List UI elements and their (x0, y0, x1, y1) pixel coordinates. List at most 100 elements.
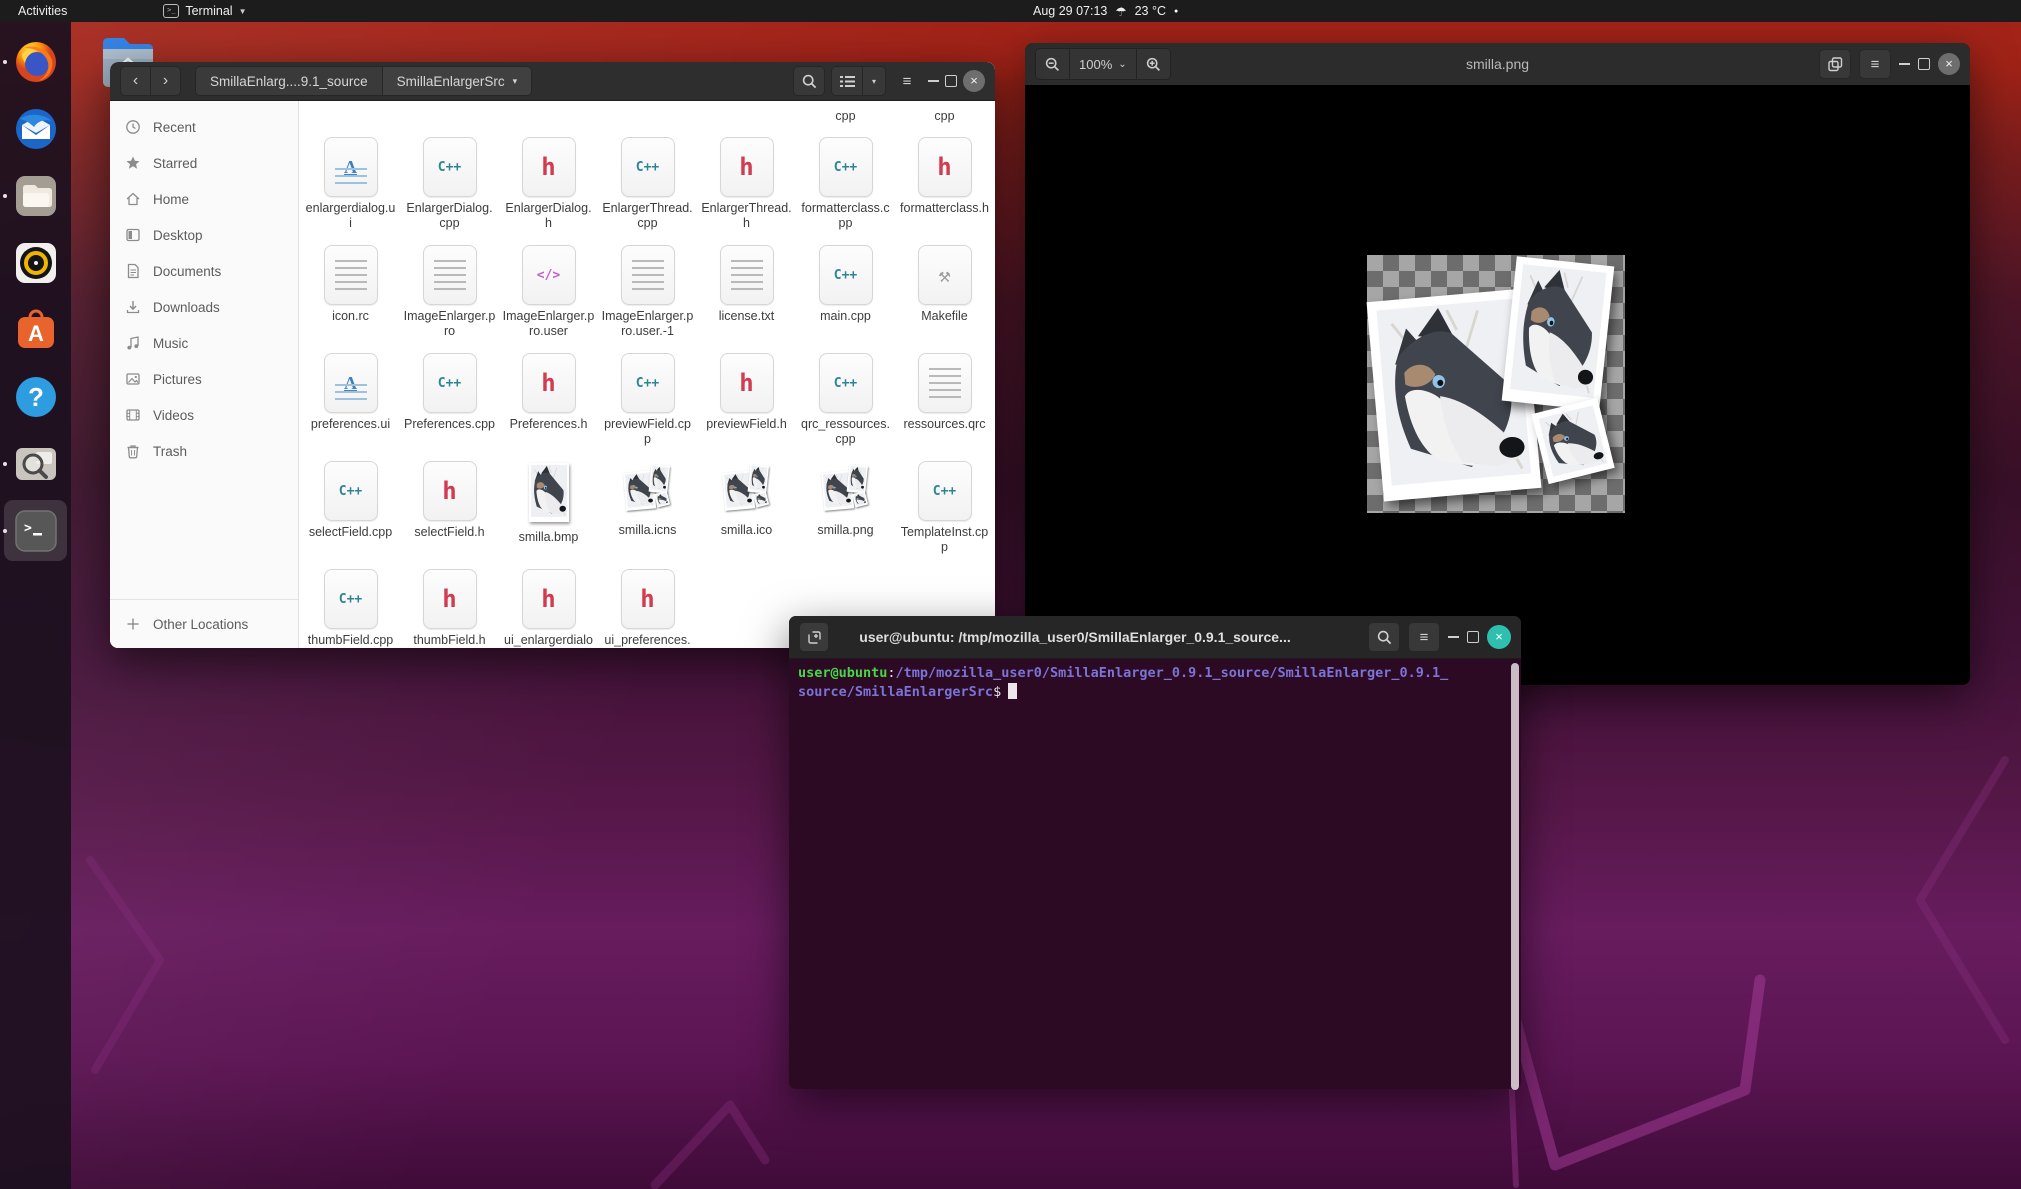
viewer-canvas[interactable] (1025, 85, 1970, 685)
file-item[interactable]: hformatterclass.h (895, 137, 994, 245)
file-item[interactable]: smilla.bmp (499, 461, 598, 569)
terminal-minimize-button[interactable] (1448, 636, 1459, 638)
terminal-menu-button[interactable]: ≡ (1408, 622, 1440, 652)
zoom-in-button[interactable] (1137, 48, 1171, 80)
temperature-label: 23 °C (1135, 4, 1166, 18)
file-name: ressources.qrc (904, 417, 986, 432)
viewer-titlebar[interactable]: 100% ⌄ smilla.png ≡ (1025, 43, 1970, 85)
file-item[interactable]: smilla.png (796, 461, 895, 569)
file-item[interactable]: hthumbField.h (400, 569, 499, 648)
file-item[interactable]: ressources.qrc (895, 353, 994, 461)
app-menu-terminal[interactable]: >_ Terminal ▼ (155, 0, 254, 22)
sidebar-item-starred[interactable]: Starred (110, 145, 298, 181)
file-item[interactable]: hui_enlargerdialog.h (499, 569, 598, 648)
sidebar-item-pictures[interactable]: Pictures (110, 361, 298, 397)
zoom-level-dropdown[interactable]: 100% ⌄ (1070, 48, 1137, 80)
file-item[interactable]: hpreviewField.h (697, 353, 796, 461)
dock-item-help[interactable]: ? (12, 373, 59, 420)
back-button[interactable]: ‹ (120, 66, 151, 96)
sidebar-item-music[interactable]: Music (110, 325, 298, 361)
viewer-minimize-button[interactable] (1899, 63, 1910, 65)
new-tab-button[interactable] (799, 622, 829, 652)
text-file-icon (621, 245, 675, 305)
sidebar-item-documents[interactable]: Documents (110, 253, 298, 289)
file-item[interactable]: Aenlargerdialog.ui (301, 137, 400, 245)
dock-item-rhythmbox[interactable] (12, 239, 59, 286)
file-item[interactable]: C++EnlargerDialog.cpp (400, 137, 499, 245)
terminal-titlebar[interactable]: user@ubuntu: /tmp/mozilla_user0/SmillaEn… (789, 616, 1521, 659)
viewer-close-button[interactable]: × (1938, 53, 1960, 75)
file-item[interactable]: ImageEnlarger.pro.user.-1 (598, 245, 697, 353)
h-file-icon: h (918, 137, 972, 197)
sidebar-item-videos[interactable]: Videos (110, 397, 298, 433)
files-minimize-button[interactable] (928, 80, 939, 82)
text-file-icon (423, 245, 477, 305)
file-name-partial[interactable]: cpp (934, 109, 954, 123)
file-item[interactable]: smilla.ico (697, 461, 796, 569)
dock-item-thunderbird[interactable] (12, 105, 59, 152)
file-item[interactable]: C++main.cpp (796, 245, 895, 353)
sidebar-item-desktop[interactable]: Desktop (110, 217, 298, 253)
file-item[interactable]: hPreferences.h (499, 353, 598, 461)
dock-item-screenshot[interactable] (12, 440, 59, 487)
sidebar-item-other-locations[interactable]: Other Locations (110, 606, 298, 642)
sidebar-item-recent[interactable]: Recent (110, 109, 298, 145)
files-menu-button[interactable]: ≡ (892, 67, 922, 95)
files-titlebar[interactable]: ‹ › SmillaEnlarg....9.1_sourceSmillaEnla… (110, 62, 995, 101)
file-item[interactable]: hEnlargerDialog.h (499, 137, 598, 245)
cpp-file-icon: C++ (819, 137, 873, 197)
file-item[interactable]: C++Preferences.cpp (400, 353, 499, 461)
file-item[interactable]: icon.rc (301, 245, 400, 353)
files-close-button[interactable]: × (963, 70, 985, 92)
zoom-out-button[interactable] (1035, 48, 1070, 80)
polaroid-photo (648, 464, 669, 493)
file-item[interactable]: C++previewField.cpp (598, 353, 697, 461)
file-item[interactable]: C++selectField.cpp (301, 461, 400, 569)
dock-item-files[interactable] (12, 172, 59, 219)
file-item[interactable]: ImageEnlarger.pro (400, 245, 499, 353)
file-item[interactable]: Apreferences.ui (301, 353, 400, 461)
files-maximize-button[interactable] (945, 75, 957, 87)
path-segment-1[interactable]: SmillaEnlarg....9.1_source (195, 66, 383, 96)
file-item[interactable]: hui_preferences.h (598, 569, 697, 648)
list-view-button[interactable] (831, 66, 863, 96)
view-options-caret[interactable]: ▾ (863, 66, 886, 96)
sidebar-item-home[interactable]: Home (110, 181, 298, 217)
activities-button[interactable]: Activities (0, 0, 85, 22)
gallery-button[interactable] (1819, 49, 1851, 79)
terminal-close-button[interactable]: × (1487, 625, 1511, 649)
file-item[interactable]: C++qrc_ressources.cpp (796, 353, 895, 461)
search-button[interactable] (793, 66, 825, 96)
forward-button[interactable]: › (151, 66, 181, 96)
clock-weather[interactable]: Aug 29 07:13 ☂ 23 °C ● (1033, 0, 1178, 22)
file-item[interactable]: C++TemplateInst.cpp (895, 461, 994, 569)
file-name-partial[interactable]: cpp (835, 109, 855, 123)
path-segment-2[interactable]: SmillaEnlargerSrc▾ (383, 66, 533, 96)
sidebar-item-trash[interactable]: Trash (110, 433, 298, 469)
terminal-scrollbar[interactable] (1511, 663, 1519, 1090)
file-item[interactable]: C++EnlargerThread.cpp (598, 137, 697, 245)
sidebar-item-downloads[interactable]: Downloads (110, 289, 298, 325)
terminal-content[interactable]: user@ubuntu:/tmp/mozilla_user0/SmillaEnl… (789, 659, 1521, 1094)
file-item[interactable]: C++formatterclass.cpp (796, 137, 895, 245)
file-item[interactable]: license.txt (697, 245, 796, 353)
terminal-maximize-button[interactable] (1467, 631, 1479, 643)
terminal-app-icon: >_ (163, 4, 179, 18)
terminal-search-button[interactable] (1368, 622, 1400, 652)
zoom-in-icon (1146, 57, 1161, 72)
file-item[interactable]: smilla.icns (598, 461, 697, 569)
husky-collage (821, 464, 870, 513)
file-item[interactable]: hselectField.h (400, 461, 499, 569)
viewer-menu-button[interactable]: ≡ (1859, 49, 1891, 79)
h-file-icon: h (522, 137, 576, 197)
ui-file-icon: A (324, 353, 378, 413)
list-view-icon (840, 75, 855, 88)
viewer-maximize-button[interactable] (1918, 58, 1930, 70)
file-item[interactable]: hEnlargerThread.h (697, 137, 796, 245)
file-item[interactable]: C++thumbField.cpp (301, 569, 400, 648)
file-item[interactable]: ⚒Makefile (895, 245, 994, 353)
file-item[interactable]: </>ImageEnlarger.pro.user (499, 245, 598, 353)
dock-item-ubuntu-software[interactable]: A (12, 306, 59, 353)
dock-item-firefox[interactable] (12, 38, 59, 85)
dock-item-terminal[interactable]: > (12, 507, 59, 554)
